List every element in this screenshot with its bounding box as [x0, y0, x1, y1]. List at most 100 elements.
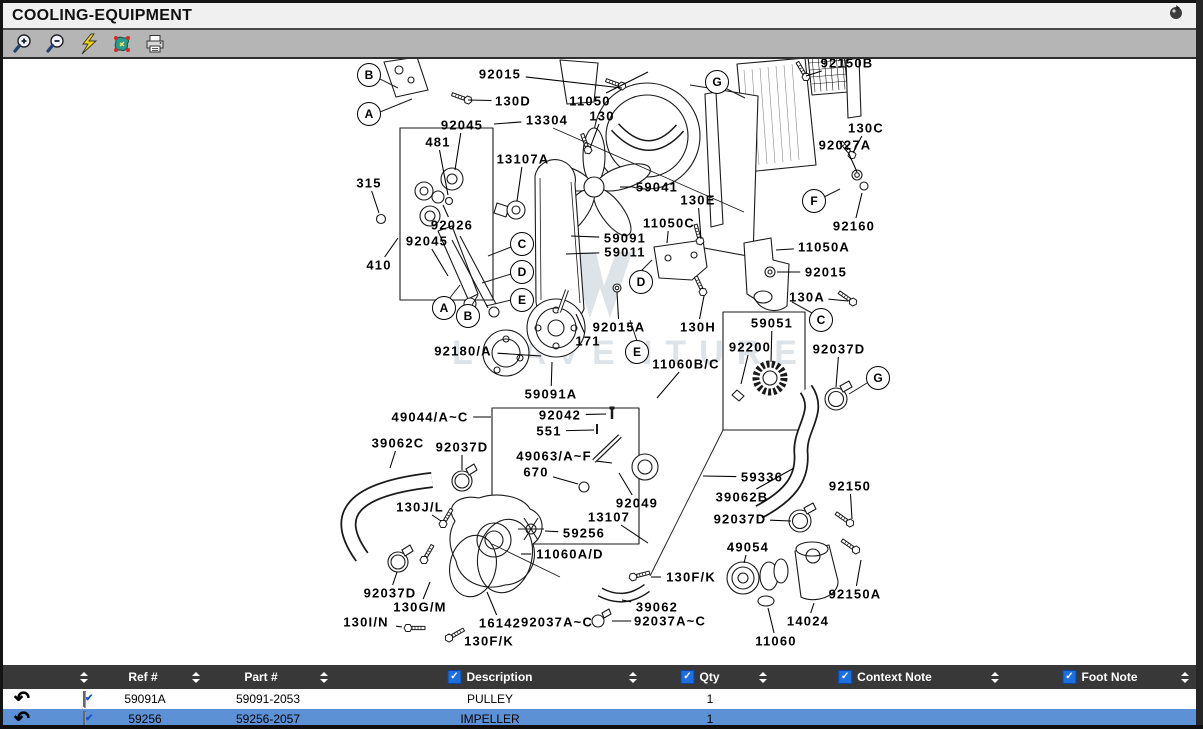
- part-number-label[interactable]: 130H: [680, 320, 716, 335]
- context-note-column-checkbox[interactable]: ✓: [838, 670, 852, 684]
- part-number-label[interactable]: 59011: [604, 245, 645, 260]
- part-number-label[interactable]: 92026: [431, 218, 473, 233]
- cell-ref: 59256: [128, 712, 161, 726]
- part-number-label[interactable]: 551: [536, 424, 561, 439]
- foot-note-column-checkbox[interactable]: ✓: [1063, 670, 1077, 684]
- print-button[interactable]: [144, 33, 166, 55]
- part-number-label[interactable]: 130: [589, 109, 614, 124]
- sort-control[interactable]: [320, 665, 328, 689]
- part-number-label[interactable]: 92015: [479, 67, 521, 82]
- part-number-label[interactable]: 49063/A~F: [516, 449, 591, 464]
- part-number-label[interactable]: 11050C: [643, 216, 695, 231]
- part-number-label[interactable]: 13107: [588, 510, 630, 525]
- hotspot-links-icon: [111, 33, 133, 55]
- cell-part: 59256-2057: [236, 712, 300, 726]
- part-number-label[interactable]: 16142: [479, 616, 521, 631]
- part-number-label[interactable]: 13107A: [497, 152, 550, 167]
- part-number-label[interactable]: 92037D: [364, 586, 417, 601]
- print-icon: [144, 33, 166, 55]
- part-number-label[interactable]: 92180/A: [434, 344, 492, 359]
- qty-column-checkbox[interactable]: ✓: [680, 670, 694, 684]
- diagram-line-art: LEAVENTURE: [3, 59, 1196, 665]
- diagram: LEAVENTURE: [3, 59, 1196, 665]
- part-number-label[interactable]: 11060A/D: [536, 547, 603, 562]
- part-number-label[interactable]: 315: [356, 176, 381, 191]
- part-number-label[interactable]: 59041: [636, 180, 678, 195]
- part-number-label[interactable]: 39062B: [716, 490, 769, 505]
- note-icon[interactable]: ✔: [83, 692, 85, 706]
- description-column-checkbox[interactable]: ✓: [447, 670, 461, 684]
- part-number-label[interactable]: 92049: [616, 496, 658, 511]
- note-icon[interactable]: ✔: [83, 712, 85, 726]
- part-number-label[interactable]: 481: [425, 135, 450, 150]
- sort-control[interactable]: [991, 665, 999, 689]
- assembly-ref-callout: E: [510, 288, 534, 312]
- part-number-label[interactable]: 410: [366, 258, 391, 273]
- part-number-label[interactable]: 92150A: [829, 587, 882, 602]
- parts-table: Ref # Part # ✓ Description ✓ Qty ✓ Conte…: [0, 665, 1203, 729]
- part-number-label[interactable]: 130E: [680, 193, 715, 208]
- part-number-label[interactable]: 92037A~C: [634, 614, 706, 629]
- part-number-label[interactable]: 171: [575, 334, 600, 349]
- part-number-label[interactable]: 11060B/C: [652, 357, 719, 372]
- part-number-label[interactable]: 39062C: [372, 436, 425, 451]
- part-number-label[interactable]: 92037D: [813, 342, 866, 357]
- part-number-label[interactable]: 14024: [787, 614, 829, 629]
- cell-description: IMPELLER: [460, 712, 519, 726]
- part-number-label[interactable]: 92015A: [593, 320, 646, 335]
- title-bar: COOLING-EQUIPMENT: [3, 3, 1196, 30]
- part-number-label[interactable]: 92015: [805, 265, 847, 280]
- hotspot-links-button[interactable]: [111, 33, 133, 55]
- part-number-label[interactable]: 59091: [604, 231, 646, 246]
- zoom-in-button[interactable]: [12, 33, 34, 55]
- part-number-label[interactable]: 92045: [406, 234, 448, 249]
- cell-qty: 1: [707, 692, 714, 706]
- assembly-ref-callout: B: [456, 304, 480, 328]
- part-number-label[interactable]: 92037A~C: [521, 615, 593, 630]
- zoom-out-button[interactable]: [45, 33, 67, 55]
- part-number-label[interactable]: 92150B: [821, 59, 874, 71]
- column-header-ref: Ref #: [128, 665, 157, 689]
- part-number-label[interactable]: 670: [523, 465, 548, 480]
- part-number-label[interactable]: 11060: [755, 634, 796, 649]
- part-number-label[interactable]: 59051: [751, 316, 793, 331]
- part-number-label[interactable]: 130F/K: [464, 634, 514, 649]
- sort-control[interactable]: [759, 665, 767, 689]
- part-number-label[interactable]: 130A: [789, 290, 825, 305]
- part-number-label[interactable]: 92042: [539, 408, 581, 423]
- sort-control[interactable]: [629, 665, 637, 689]
- sort-control[interactable]: [192, 665, 200, 689]
- part-number-label[interactable]: 130F/K: [666, 570, 716, 585]
- part-number-label[interactable]: 13304: [526, 113, 568, 128]
- part-number-label[interactable]: 92150: [829, 479, 871, 494]
- part-number-label[interactable]: 130C: [848, 121, 884, 136]
- part-number-label[interactable]: 92027A: [819, 138, 872, 153]
- part-number-label[interactable]: 92200: [729, 340, 771, 355]
- part-number-label[interactable]: 59336: [741, 470, 783, 485]
- zoom-in-icon: [12, 33, 34, 55]
- part-number-label[interactable]: 130G/M: [393, 600, 446, 615]
- flash-fit-button[interactable]: [78, 33, 100, 55]
- assembly-ref-callout: C: [510, 232, 534, 256]
- part-number-label[interactable]: 92045: [441, 118, 483, 133]
- sort-control[interactable]: [80, 665, 88, 689]
- table-header: Ref # Part # ✓ Description ✓ Qty ✓ Conte…: [0, 665, 1203, 689]
- sort-control[interactable]: [1181, 665, 1189, 689]
- toolbar: [3, 30, 1196, 59]
- part-number-label[interactable]: 59091A: [525, 387, 578, 402]
- stamp-icon[interactable]: [1167, 3, 1185, 21]
- part-number-label[interactable]: 92037D: [714, 512, 767, 527]
- page-title: COOLING-EQUIPMENT: [3, 7, 192, 25]
- part-number-label[interactable]: 59256: [563, 526, 605, 541]
- part-number-label[interactable]: 92160: [833, 219, 875, 234]
- part-number-label[interactable]: 49044/A~C: [392, 410, 469, 425]
- part-number-label[interactable]: 92037D: [436, 440, 489, 455]
- part-number-label[interactable]: 130I/N: [343, 615, 389, 630]
- part-number-label[interactable]: 130D: [495, 94, 531, 109]
- part-number-label[interactable]: 49054: [727, 540, 769, 555]
- table-row[interactable]: ↶ ✔ 59091A 59091-2053 PULLEY 1: [0, 689, 1203, 709]
- part-number-label[interactable]: 130J/L: [396, 500, 444, 515]
- part-number-label[interactable]: 39062: [636, 600, 678, 615]
- part-number-label[interactable]: 11050A: [798, 240, 850, 255]
- part-number-label[interactable]: 11050: [569, 94, 610, 109]
